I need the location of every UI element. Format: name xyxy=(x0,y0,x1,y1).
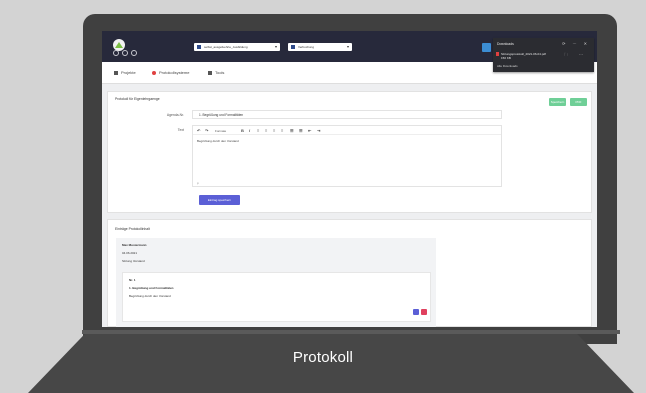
download-popup: Downloads ⟳ ⋯ ✕ Sitzungsprotokoll_2021-0… xyxy=(493,38,594,72)
tab-projekte[interactable]: Projekte xyxy=(114,70,136,75)
pdf-button[interactable]: PDF xyxy=(570,98,587,106)
chevron-down-icon: ▾ xyxy=(346,44,349,49)
entry-text: Begrüßung durch den Vorstand xyxy=(129,294,171,298)
download-popup-footer[interactable]: Alle Downloads xyxy=(497,64,518,68)
editor-toolbar: ↶ ↷ Formate B I ≡ ≡ ≡ ≡ ☰ ☰ ⇤ ⇥ xyxy=(193,126,501,135)
filter-icon xyxy=(197,45,201,49)
caption-text: Protokoll xyxy=(292,349,354,366)
bullet-list-icon[interactable]: ☰ xyxy=(290,128,294,133)
status-dot-icon xyxy=(113,50,119,56)
laptop-hinge xyxy=(82,330,620,334)
download-popup-title: Downloads xyxy=(497,42,514,46)
download-popup-icons: ⟳ ⋯ ✕ xyxy=(562,41,590,46)
grid-icon xyxy=(208,70,212,75)
entry-subject: Sitzung Vorstand xyxy=(122,259,145,263)
download-button[interactable] xyxy=(482,43,491,52)
status-dot-icon xyxy=(131,50,137,56)
undo-icon[interactable]: ↶ xyxy=(197,128,200,133)
text-label: Text xyxy=(177,128,184,132)
italic-icon[interactable]: I xyxy=(249,128,250,133)
status-dot-icon xyxy=(122,50,128,56)
download-file-meta: 150 KB xyxy=(501,56,511,60)
pdf-icon xyxy=(496,52,499,56)
editor-content: Begrüßung durch den Vorstand xyxy=(197,139,239,143)
align-right-icon[interactable]: ≡ xyxy=(273,128,275,133)
entries-card-title: Einträge Protokollinhalt xyxy=(115,227,150,231)
tab-protokollsysteme[interactable]: Protokollsysteme xyxy=(152,70,189,75)
protocol-edit-card: Protokoll für Eigenlehrgaenge Speichern … xyxy=(107,91,592,213)
entry-number: Nr. 1 xyxy=(129,278,136,282)
entry-item: Nr. 1 1. Begrüßung und Formalitäten Begr… xyxy=(122,272,431,322)
protocol-entries-card: Einträge Protokollinhalt Max Mustermann … xyxy=(107,219,592,327)
edit-entry-button[interactable] xyxy=(413,309,419,315)
chevron-down-icon: ▾ xyxy=(274,44,277,49)
agenda-number-field[interactable]: 1. Begrüßung und Formalitäten xyxy=(192,110,502,119)
editor-statusbar: p xyxy=(197,181,199,185)
list-icon xyxy=(291,45,295,49)
project-select[interactable]: selbst_ausgefuehrte_Ausbildung ▾ xyxy=(194,43,280,51)
indent-icon[interactable]: ⇥ xyxy=(317,128,320,133)
rich-text-editor[interactable]: ↶ ↷ Formate B I ≡ ≡ ≡ ≡ ☰ ☰ ⇤ ⇥ Begrüßun… xyxy=(192,125,502,187)
protocol-card-title: Protokoll für Eigenlehrgaenge xyxy=(115,97,160,101)
numbered-list-icon[interactable]: ☰ xyxy=(299,128,303,133)
format-dropdown[interactable]: Formate xyxy=(215,129,226,133)
mode-select[interactable]: Verbuchung ▾ xyxy=(288,43,352,51)
folder-icon xyxy=(114,70,118,75)
outdent-icon[interactable]: ⇤ xyxy=(308,128,311,133)
align-center-icon[interactable]: ≡ xyxy=(265,128,267,133)
tab-label: Projekte xyxy=(121,70,136,75)
submit-entry-button[interactable]: Eintrag speichern xyxy=(199,195,240,205)
entry-author: Max Mustermann xyxy=(122,243,147,247)
redo-icon[interactable]: ↷ xyxy=(205,128,208,133)
download-file-actions[interactable]: 🗀 ⋯ xyxy=(564,52,588,59)
entry-heading: 1. Begrüßung und Formalitäten xyxy=(129,286,174,290)
entry-date: 04.06.2021 xyxy=(122,251,138,255)
download-file-name[interactable]: Sitzungsprotokoll_2021-06-04.pdf 150 KB xyxy=(501,52,557,60)
save-button[interactable]: Speichern xyxy=(549,98,566,106)
tab-tools[interactable]: Tools xyxy=(208,70,224,75)
record-icon xyxy=(152,70,156,75)
agenda-number-label: Agenda-Nr. xyxy=(166,113,184,117)
mode-select-value: Verbuchung xyxy=(298,45,315,49)
justify-icon[interactable]: ≡ xyxy=(281,128,283,133)
laptop-screen: selbst_ausgefuehrte_Ausbildung ▾ Verbuch… xyxy=(102,31,597,327)
align-left-icon[interactable]: ≡ xyxy=(257,128,259,133)
entries-list: Max Mustermann 04.06.2021 Sitzung Vorsta… xyxy=(116,238,436,327)
tab-label: Tools xyxy=(215,70,225,75)
project-select-value: selbst_ausgefuehrte_Ausbildung xyxy=(204,45,248,49)
agenda-number-value: 1. Begrüßung und Formalitäten xyxy=(199,113,244,117)
tab-label: Protokollsysteme xyxy=(159,70,190,75)
delete-entry-button[interactable] xyxy=(421,309,427,315)
bold-icon[interactable]: B xyxy=(241,128,244,133)
